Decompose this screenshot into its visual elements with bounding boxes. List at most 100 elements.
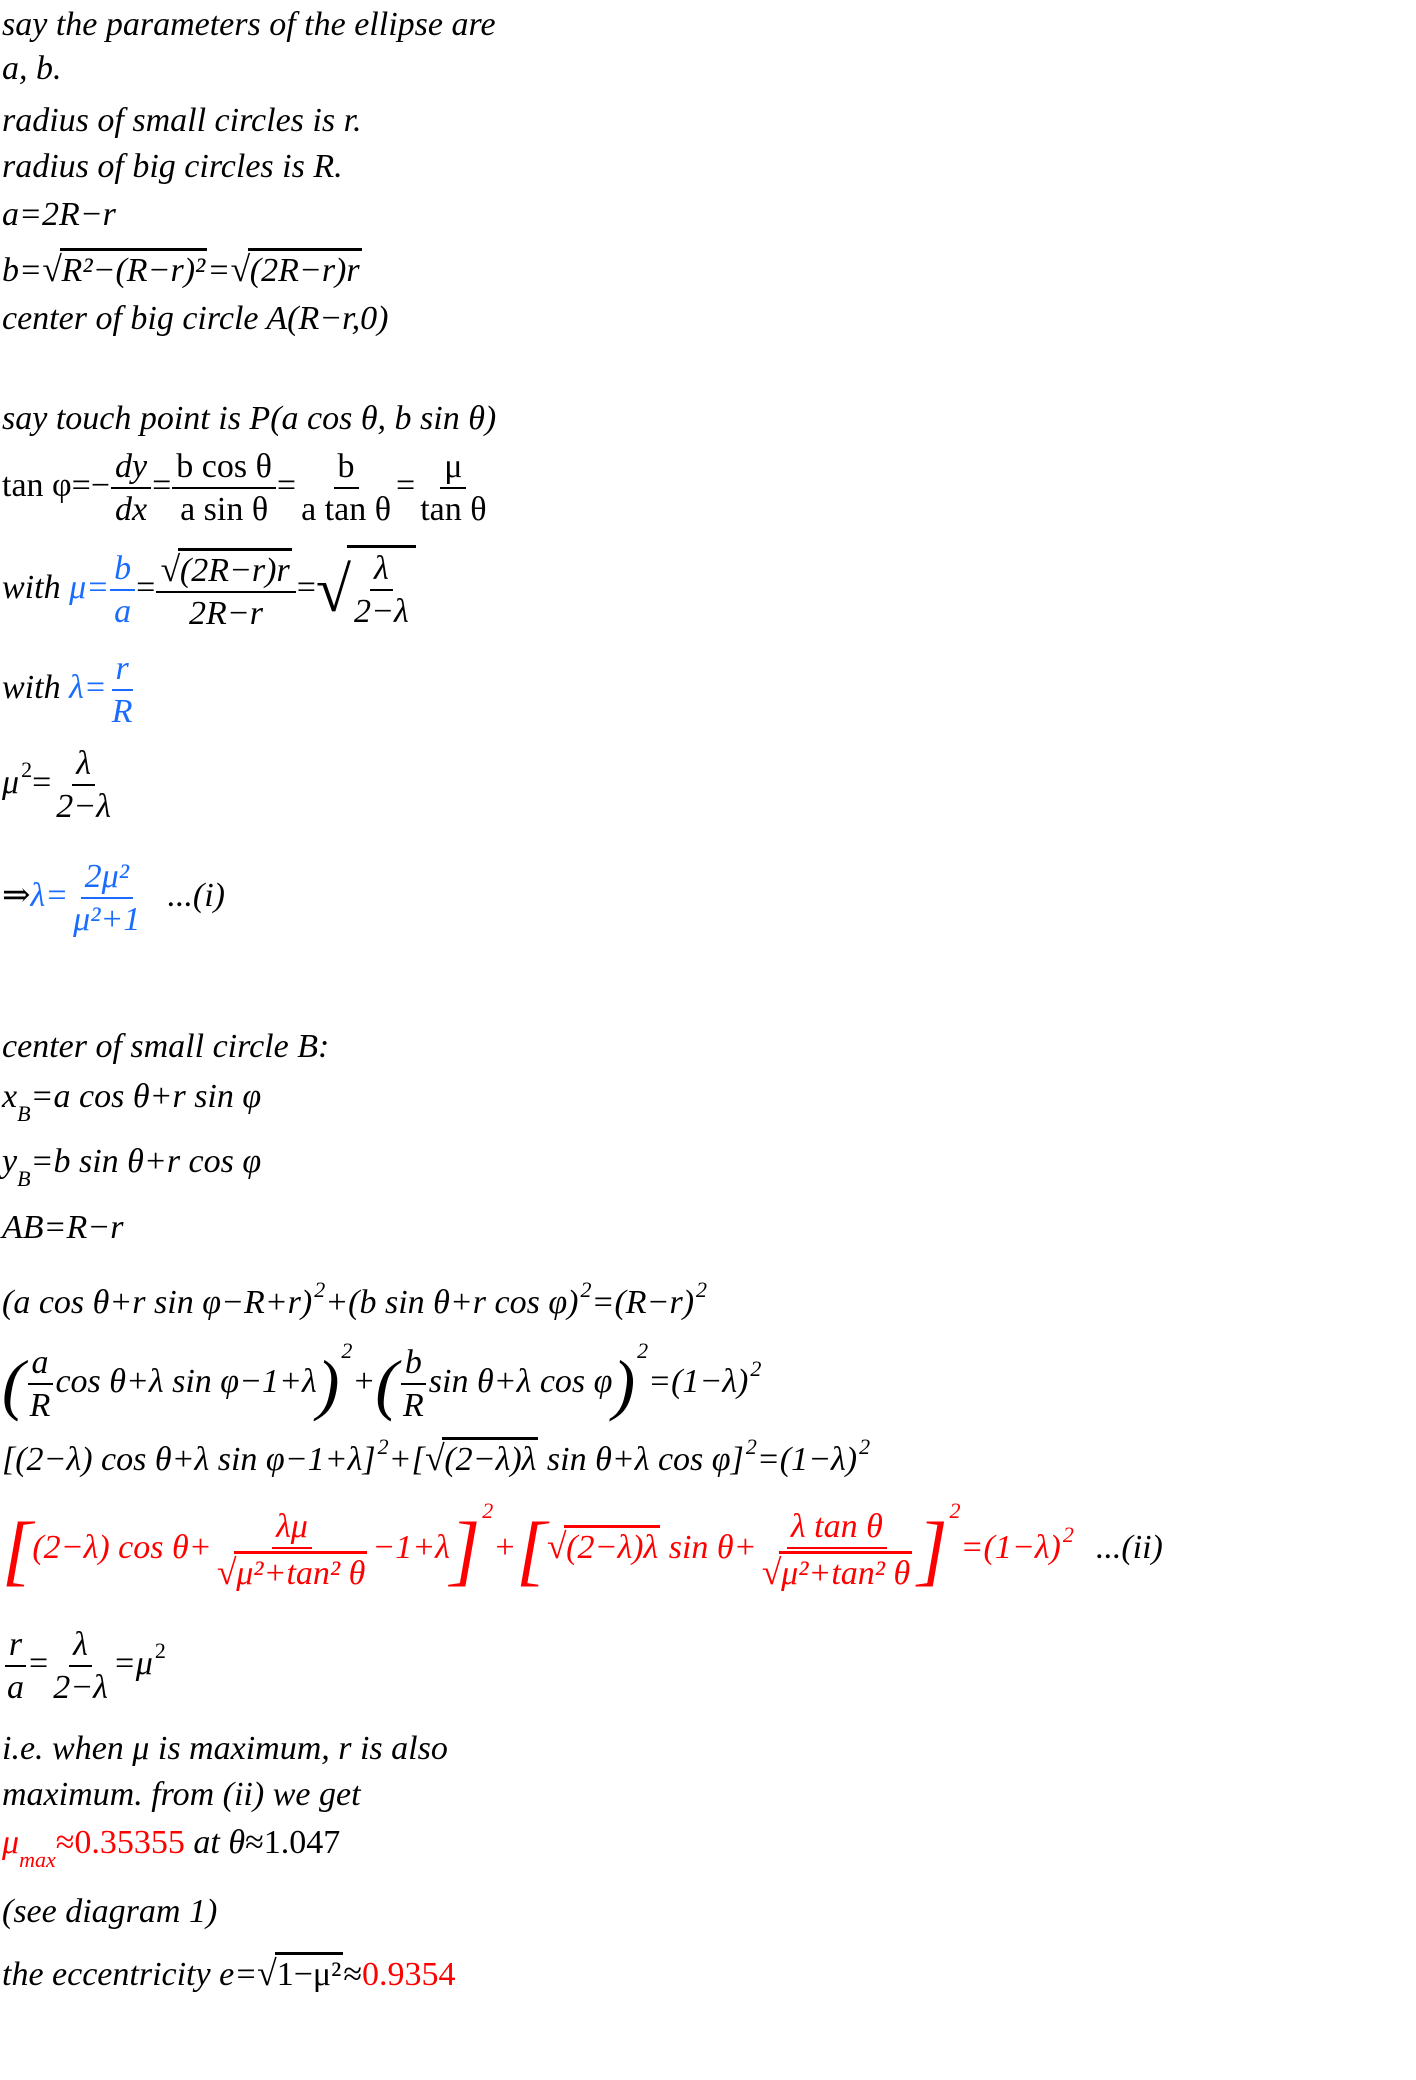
denominator: R <box>403 1387 424 1425</box>
fraction: λ tan θ √μ²+tan² θ <box>758 1508 917 1593</box>
b-lhs: b= <box>2 252 42 289</box>
mu-definition: with μ= b a = √(2R−r)r 2R−r =√ λ 2−λ <box>2 545 416 633</box>
plus: + <box>352 1363 376 1400</box>
fraction: λ 2−λ <box>52 745 115 826</box>
radicand: μ²+tan² θ <box>779 1551 913 1592</box>
radicand: μ²+tan² θ <box>234 1551 368 1592</box>
fraction: aR <box>26 1344 55 1425</box>
numerator: λ <box>72 745 95 787</box>
exponent: 2 <box>482 1498 494 1523</box>
equation-tag: ...(i) <box>167 877 225 915</box>
approx: ≈ <box>343 1956 363 1993</box>
fraction: bR <box>399 1344 428 1425</box>
exponent: 2 <box>314 1277 326 1302</box>
numerator: λ <box>69 1626 92 1668</box>
denominator: a tan θ <box>301 491 392 529</box>
term-1: (a cos θ+r sin φ−R+r) <box>2 1284 313 1321</box>
numerator: b <box>110 550 136 592</box>
fraction: λμ √μ²+tan² θ <box>213 1508 372 1593</box>
lambda-definition: with λ= r R <box>2 650 138 731</box>
denominator: R <box>111 693 133 731</box>
exponent: 2 <box>949 1498 961 1523</box>
denominator: μ²+1 <box>73 901 141 939</box>
conclusion-line-1: i.e. when μ is maximum, r is also <box>2 1730 448 1767</box>
term-3: sin θ+λ cos φ] <box>538 1441 744 1478</box>
radicand: 1−μ² <box>274 1952 344 1993</box>
term-2: −1+λ <box>372 1529 450 1566</box>
fraction: λ 2−λ <box>49 1626 112 1707</box>
denominator: a sin θ <box>180 491 269 529</box>
denominator: a <box>114 593 132 631</box>
numerator: λ <box>369 550 393 592</box>
equals: = <box>32 764 52 802</box>
denominator: 2−λ <box>354 593 409 631</box>
fraction: √(2R−r)r 2R−r <box>156 548 296 633</box>
lambda-equals: λ= <box>30 877 69 915</box>
fraction: b cos θa sin θ <box>172 448 276 529</box>
lambda-from-mu: ⇒λ= 2μ² μ²+1 ...(i) <box>2 858 225 939</box>
fraction: dy dx <box>111 448 152 529</box>
numerator: b cos θ <box>172 448 276 490</box>
at-theta: at θ <box>184 1824 246 1861</box>
yb-equation: yB=b sin θ+r cos φ <box>2 1145 261 1190</box>
rhs: =(1−λ) <box>648 1363 749 1400</box>
equals: = <box>29 1645 49 1683</box>
mu-squared-equation: μ2= λ 2−λ <box>2 745 116 826</box>
equation-tag: ...(ii) <box>1095 1529 1163 1566</box>
numerator: μ <box>440 448 467 490</box>
mu: μ <box>2 764 20 802</box>
term-2: sin θ+λ cos φ <box>428 1363 613 1400</box>
numerator: r <box>4 1626 27 1668</box>
mu: μ <box>2 1824 20 1861</box>
subscript: B <box>17 1101 31 1126</box>
eccentricity-value: 0.9354 <box>362 1956 456 1993</box>
big-radius-line: radius of big circles is R. <box>2 148 343 185</box>
xb-rhs: =a cos θ+r sin φ <box>30 1078 262 1115</box>
exponent: 2 <box>154 1638 166 1664</box>
numerator: b <box>400 1344 426 1386</box>
rhs: =(1−λ) <box>756 1441 858 1478</box>
touch-point-line: say touch point is P(a cos θ, b sin θ) <box>2 400 497 437</box>
term-1: [(2−λ) cos θ+λ sin φ−1+λ] <box>2 1441 376 1478</box>
term-2: +[ <box>388 1441 425 1478</box>
term-2: +(b sin θ+r cos φ) <box>325 1284 579 1321</box>
xb-var: x <box>2 1078 18 1115</box>
lambda-substituted-equation: [(2−λ) cos θ+λ sin φ−1+λ]2+[√(2−λ)λ sin … <box>2 1436 870 1478</box>
small-radius-line: radius of small circles is r. <box>2 102 362 139</box>
yb-rhs: =b sin θ+r cos φ <box>30 1143 262 1180</box>
eccentricity-result: the eccentricity e=√1−μ²≈0.9354 <box>2 1952 456 1993</box>
normalized-equation: (a Rcos θ+λ sin φ−1+λ)2+(b Rsin θ+λ cos φ)… <box>2 1338 762 1425</box>
denominator: √μ²+tan² θ <box>213 1549 372 1592</box>
a-definition: a=2R−r <box>2 196 116 233</box>
tan-phi-lhs: tan φ=− <box>2 467 111 505</box>
implies-icon: ⇒ <box>2 877 31 915</box>
exponent: 2 <box>21 757 33 783</box>
exponent: 2 <box>580 1277 592 1302</box>
ratio-equation: r a = λ 2−λ =μ2 <box>2 1626 166 1707</box>
fraction: 2μ² μ²+1 <box>69 858 144 939</box>
conclusion-line-2: maximum. from (ii) we get <box>2 1776 361 1813</box>
radicand: (2−λ)λ <box>564 1525 661 1566</box>
denominator: 2R−r <box>189 595 263 633</box>
numerator: λμ <box>272 1508 312 1550</box>
radicand: (2R−r)r <box>177 548 292 589</box>
params-line: a, b. <box>2 50 62 87</box>
lambda-equals: λ= <box>69 669 107 707</box>
numerator: 2μ² <box>80 858 133 900</box>
mu-rhs: =μ <box>112 1645 153 1683</box>
radicand-2: (2R−r)r <box>247 248 362 289</box>
numerator: r <box>111 650 133 692</box>
numerator: λ tan θ <box>786 1508 887 1550</box>
mu-max-result: μmax≈0.35355 at θ≈1.047 <box>2 1826 340 1871</box>
exponent: 2 <box>696 1277 708 1302</box>
eccentricity-label: the eccentricity e= <box>2 1956 258 1993</box>
theta-value: ≈1.047 <box>245 1824 341 1861</box>
denominator: 2−λ <box>53 1669 108 1707</box>
tan-phi-equation: tan φ=− dy dx = b cos θa sin θ = b a tan θ = μ tan… <box>2 448 492 529</box>
red-expression: [(2−λ) cos θ+ λμ √μ²+tan² θ −1+λ]2+[√(2−λ)λ… <box>2 1498 1074 1594</box>
denominator: 2−λ <box>56 788 111 826</box>
numerator: b <box>333 448 359 490</box>
fraction: λ 2−λ <box>350 550 413 631</box>
denominator: dx <box>115 491 148 529</box>
numerator: a <box>27 1344 53 1386</box>
